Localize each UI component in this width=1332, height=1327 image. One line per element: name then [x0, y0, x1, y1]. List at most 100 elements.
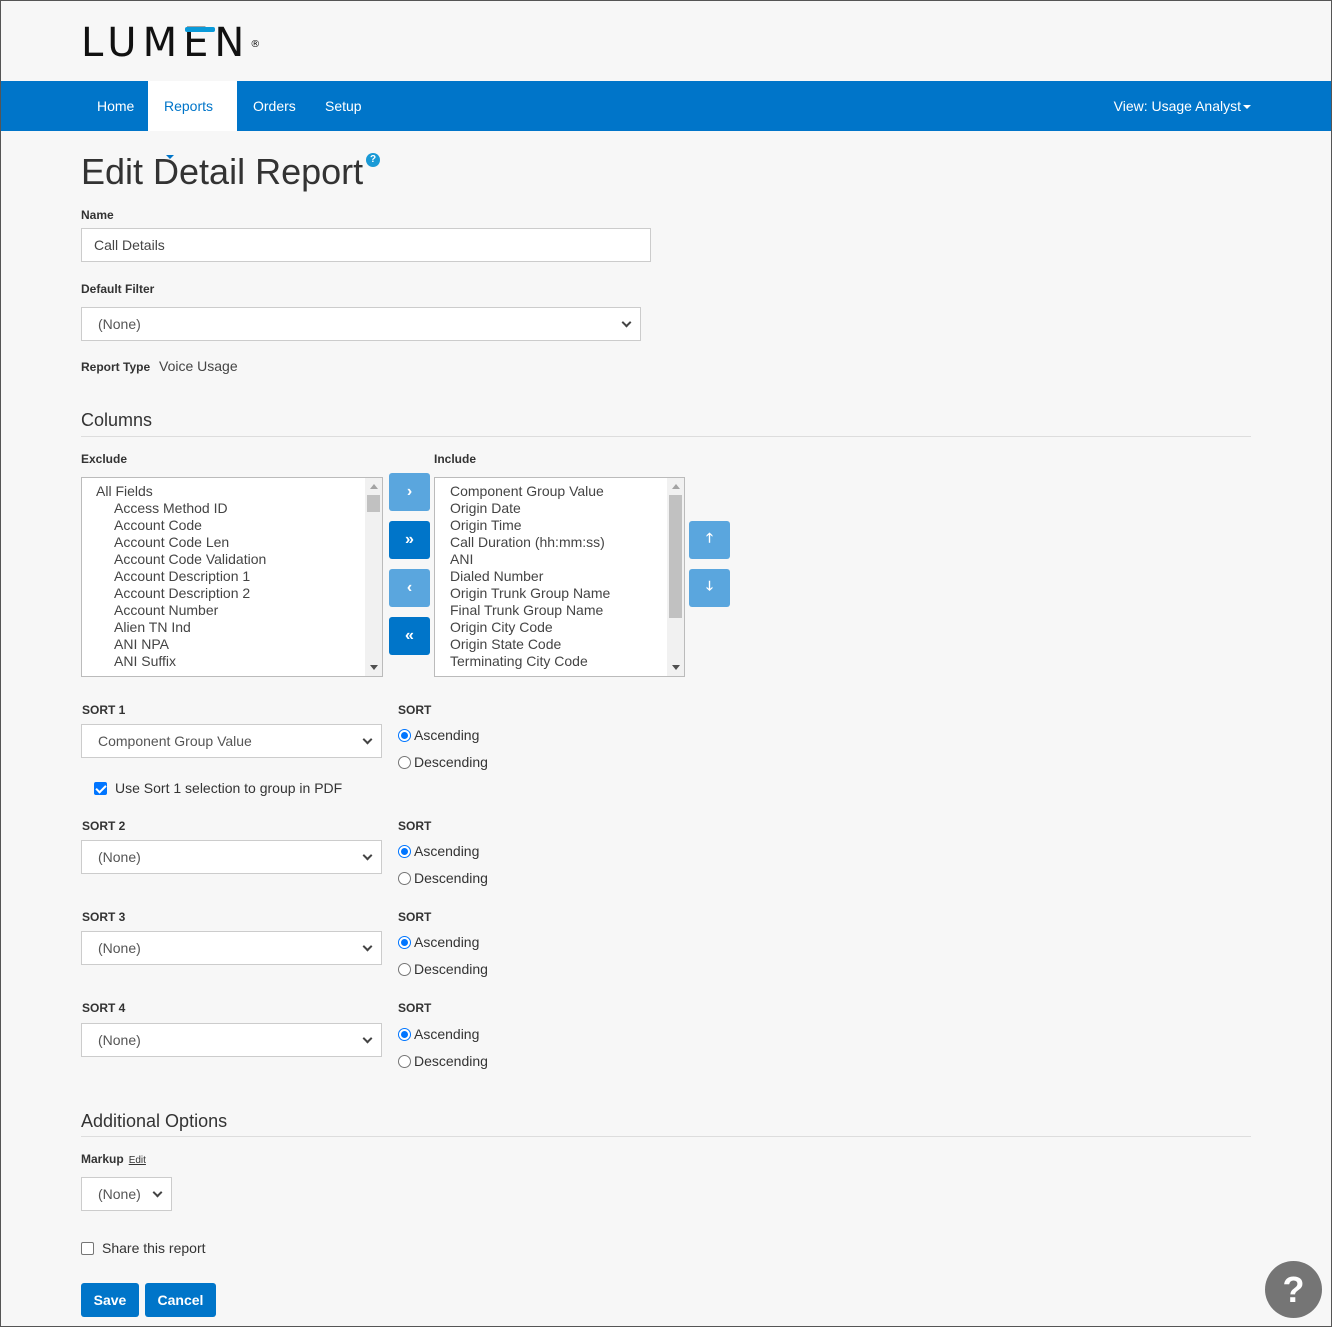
nav-reports[interactable]: Reports — [148, 81, 237, 160]
scroll-up-icon[interactable] — [672, 484, 680, 489]
exclude-list-item[interactable]: ANI Suffix — [82, 653, 365, 670]
radio-unchecked-icon — [398, 962, 411, 976]
sort3-select[interactable]: (None) — [81, 931, 382, 965]
sort1-descending-radio[interactable]: Descending — [398, 754, 488, 770]
sort4-label: SORT 4 — [82, 1001, 126, 1015]
exclude-list-item[interactable]: Account Code — [82, 517, 365, 534]
exclude-listbox[interactable]: All Fields Access Method ID Account Code Ac… — [81, 477, 383, 677]
sort1-order-label: SORT — [398, 703, 432, 717]
exclude-list-item[interactable]: Alien TN Ind — [82, 619, 365, 636]
radio-unchecked-icon — [398, 755, 411, 769]
cancel-button[interactable]: Cancel — [145, 1283, 216, 1317]
nav-home[interactable]: Home — [81, 81, 150, 131]
sort2-ascending-radio[interactable]: Ascending — [398, 843, 479, 859]
include-scrollbar[interactable] — [667, 478, 684, 676]
include-list-item[interactable]: Terminating City Code — [450, 653, 667, 670]
exclude-list-item[interactable]: Account Code Validation — [82, 551, 365, 568]
include-list-item[interactable]: Origin Date — [450, 500, 667, 517]
exclude-list-item[interactable]: Account Description 1 — [82, 568, 365, 585]
markup-label: Markup Edit — [81, 1152, 146, 1166]
include-listbox[interactable]: Component Group Value Origin Date Origin T… — [434, 477, 685, 677]
markup-select[interactable]: (None) — [81, 1177, 172, 1211]
sort3-label: SORT 3 — [82, 910, 126, 924]
scroll-up-icon[interactable] — [370, 484, 378, 489]
chevron-down-icon — [621, 317, 632, 327]
chevron-down-icon — [362, 941, 373, 951]
name-input[interactable]: Call Details — [81, 228, 651, 262]
chevron-left-icon: ‹ — [406, 579, 413, 596]
view-role-menu[interactable]: View: Usage Analyst — [1114, 81, 1251, 131]
help-fab-button[interactable]: ? — [1265, 1261, 1322, 1318]
exclude-list-item[interactable]: Account Number — [82, 602, 365, 619]
chevron-down-icon — [362, 1033, 373, 1043]
default-filter-select[interactable]: (None) — [81, 307, 641, 341]
divider — [81, 1136, 1251, 1137]
exclude-list-item[interactable]: Access Method ID — [82, 500, 365, 517]
sort3-ascending-radio[interactable]: Ascending — [398, 934, 479, 950]
nav-setup[interactable]: Setup — [309, 81, 378, 131]
lumen-logo[interactable]: LUM EN® — [81, 23, 260, 63]
report-type-value: Voice Usage — [159, 358, 238, 374]
sort2-order-label: SORT — [398, 819, 432, 833]
sort2-descending-radio[interactable]: Descending — [398, 870, 488, 886]
sort3-order-label: SORT — [398, 910, 432, 924]
sort2-select[interactable]: (None) — [81, 840, 382, 874]
markup-edit-link[interactable]: Edit — [129, 1155, 146, 1166]
scroll-thumb[interactable] — [669, 495, 682, 618]
include-list-item[interactable]: Call Duration (hh:mm:ss) — [450, 534, 667, 551]
sort4-ascending-radio[interactable]: Ascending — [398, 1026, 479, 1042]
include-list-item[interactable]: Origin State Code — [450, 636, 667, 653]
include-list-item[interactable]: Origin City Code — [450, 619, 667, 636]
scroll-thumb[interactable] — [367, 495, 380, 512]
sort4-order-label: SORT — [398, 1001, 432, 1015]
share-report-checkbox[interactable]: Share this report — [81, 1240, 206, 1256]
radio-unchecked-icon — [398, 1054, 411, 1068]
scroll-down-icon[interactable] — [672, 665, 680, 670]
sort1-label: SORT 1 — [82, 703, 126, 717]
sort1-select[interactable]: Component Group Value — [81, 724, 382, 758]
logo-text: LUM — [81, 20, 184, 66]
exclude-scrollbar[interactable] — [365, 478, 382, 676]
sort4-descending-radio[interactable]: Descending — [398, 1053, 488, 1069]
save-button[interactable]: Save — [81, 1283, 139, 1317]
move-up-button[interactable]: 🡑 — [689, 521, 730, 559]
divider — [81, 436, 1251, 437]
add-column-button[interactable]: › — [389, 473, 430, 511]
radio-checked-icon — [398, 728, 411, 742]
chevron-down-icon — [362, 850, 373, 860]
default-filter-label: Default Filter — [81, 282, 155, 296]
move-down-button[interactable]: 🡓 — [689, 569, 730, 607]
remove-column-button[interactable]: ‹ — [389, 569, 430, 607]
checkbox-unchecked-icon — [81, 1241, 94, 1255]
add-all-columns-button[interactable]: » — [389, 521, 430, 559]
checkbox-checked-icon — [94, 781, 107, 795]
scroll-down-icon[interactable] — [370, 665, 378, 670]
include-label: Include — [434, 452, 477, 466]
nav-orders[interactable]: Orders — [237, 81, 312, 131]
exclude-list-item[interactable]: All Fields — [82, 483, 365, 500]
include-list-item[interactable]: Origin Trunk Group Name — [450, 585, 667, 602]
exclude-list-item[interactable]: Account Code Len — [82, 534, 365, 551]
remove-all-columns-button[interactable]: « — [389, 617, 430, 655]
chevron-down-icon — [152, 1187, 163, 1197]
double-chevron-right-icon: » — [405, 531, 414, 548]
sort2-label: SORT 2 — [82, 819, 126, 833]
sort4-select[interactable]: (None) — [81, 1023, 382, 1057]
include-list-item[interactable]: Origin Time — [450, 517, 667, 534]
include-list-item[interactable]: Dialed Number — [450, 568, 667, 585]
include-list-item[interactable]: ANI — [450, 551, 667, 568]
logo-e: E — [183, 20, 216, 66]
header: LUM EN® — [1, 1, 1331, 81]
arrow-up-icon: 🡑 — [706, 530, 713, 545]
help-icon[interactable]: ? — [366, 153, 380, 167]
name-label: Name — [81, 208, 114, 222]
include-list-item[interactable]: Component Group Value — [450, 483, 667, 500]
sort1-ascending-radio[interactable]: Ascending — [398, 727, 479, 743]
exclude-list-item[interactable]: ANI NPA — [82, 636, 365, 653]
columns-heading: Columns — [81, 410, 153, 430]
group-pdf-checkbox[interactable]: Use Sort 1 selection to group in PDF — [94, 780, 342, 796]
exclude-list-item[interactable]: Account Description 2 — [82, 585, 365, 602]
include-list-item[interactable]: Final Trunk Group Name — [450, 602, 667, 619]
sort3-descending-radio[interactable]: Descending — [398, 961, 488, 977]
logo-text-end: N — [214, 20, 251, 66]
